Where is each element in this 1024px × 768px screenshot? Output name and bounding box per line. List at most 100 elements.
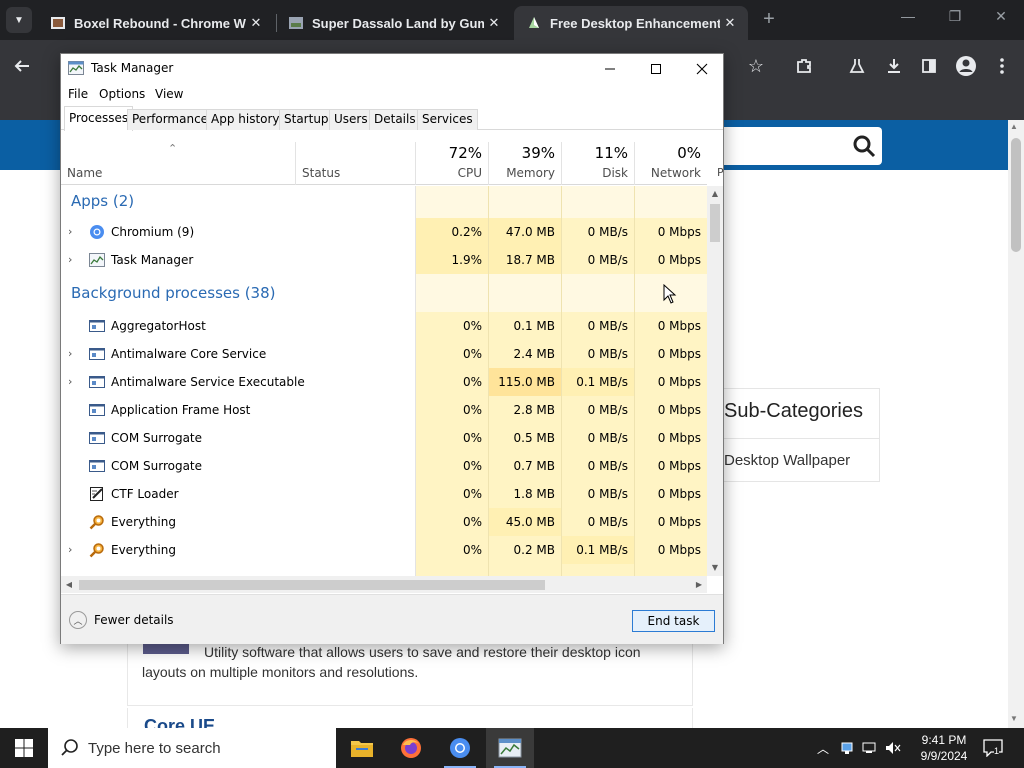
table-row[interactable]: Application Frame Host 0% 2.8 MB 0 MB/s … <box>61 396 707 424</box>
expand-chevron-icon[interactable]: › <box>68 218 72 246</box>
table-row[interactable]: › Antimalware Service Executable 0% 115.… <box>61 368 707 396</box>
vertical-scrollbar[interactable]: ▲ ▼ <box>707 186 723 576</box>
profile-avatar-icon[interactable] <box>952 52 980 80</box>
extensions-icon[interactable] <box>790 52 818 80</box>
scroll-thumb[interactable] <box>710 204 720 242</box>
disk-value: 0 MB/s <box>561 396 634 424</box>
table-row[interactable]: › Antimalware Core Service 0% 2.4 MB 0 M… <box>61 340 707 368</box>
scroll-thumb[interactable] <box>79 580 545 590</box>
column-separator <box>488 186 489 576</box>
task-manager-titlebar[interactable]: Task Manager <box>61 54 723 84</box>
file-explorer-button[interactable] <box>338 728 386 768</box>
cpu-value: 0% <box>415 340 488 368</box>
search-icon[interactable] <box>852 134 876 158</box>
firefox-button[interactable] <box>387 728 435 768</box>
page-scroll-down-icon[interactable]: ▼ <box>1010 714 1018 723</box>
browser-tab-1[interactable]: Boxel Rebound - Chrome Web ✕ <box>38 6 274 40</box>
disk-value: 0 MB/s <box>561 312 634 340</box>
minimize-icon[interactable] <box>587 54 633 84</box>
new-tab-button[interactable]: + <box>758 8 780 30</box>
expand-chevron-icon[interactable]: › <box>68 246 72 274</box>
browser-tab-2[interactable]: Super Dassalo Land by Gumpy ✕ <box>276 6 512 40</box>
tab-startup[interactable]: Startup <box>279 109 334 130</box>
windows-taskbar: Type here to search ︿ 9:41 PM 9/9/2024 1 <box>0 728 1024 768</box>
menu-options[interactable]: Options <box>99 87 145 101</box>
column-disk[interactable]: 11% Disk <box>561 142 634 185</box>
tab-details[interactable]: Details <box>369 109 421 130</box>
table-row[interactable]: AggregatorHost 0% 0.1 MB 0 MB/s 0 Mbps <box>61 312 707 340</box>
expand-chevron-icon[interactable]: › <box>68 340 72 368</box>
tab-close-icon[interactable]: ✕ <box>246 15 266 31</box>
chromium-taskbar-button[interactable] <box>436 728 484 768</box>
tab-close-icon[interactable]: ✕ <box>484 15 504 31</box>
tab-processes[interactable]: Processes <box>64 106 134 131</box>
show-hidden-icons-chevron-icon[interactable]: ︿ <box>814 728 832 768</box>
side-panel-icon[interactable] <box>915 52 943 80</box>
disk-total: 11% <box>594 144 628 162</box>
back-icon[interactable] <box>8 52 36 80</box>
chrome-menu-icon[interactable] <box>988 52 1016 80</box>
volume-muted-icon[interactable] <box>883 728 903 768</box>
table-row[interactable]: › Task Manager 1.9% 18.7 MB 0 MB/s 0 Mbp… <box>61 246 707 274</box>
scroll-right-icon[interactable]: ▶ <box>691 576 707 593</box>
column-cpu[interactable]: 72% CPU <box>415 142 488 185</box>
expand-chevron-icon[interactable]: › <box>68 368 72 396</box>
group-header-apps: Apps (2) <box>61 186 707 218</box>
column-network-label: Network <box>650 166 701 180</box>
labs-flask-icon[interactable] <box>843 52 871 80</box>
table-row[interactable]: CTF Loader 0% 1.8 MB 0 MB/s 0 Mbps <box>61 480 707 508</box>
scroll-up-icon[interactable]: ▲ <box>707 186 723 202</box>
chevron-up-circle-icon[interactable]: ︿ <box>69 611 87 629</box>
table-row[interactable]: › Chromium (9) 0.2% 47.0 MB 0 MB/s 0 Mbp… <box>61 218 707 246</box>
bookmark-star-icon[interactable]: ☆ <box>744 52 768 80</box>
close-window-icon[interactable]: ✕ <box>989 8 1013 25</box>
network-icon[interactable] <box>860 728 880 768</box>
system-clock[interactable]: 9:41 PM 9/9/2024 <box>906 732 982 764</box>
expand-chevron-icon[interactable]: › <box>68 536 72 564</box>
network-adapter-icon[interactable] <box>838 728 856 768</box>
heat-cell <box>488 186 561 218</box>
subcategory-link[interactable]: Desktop Wallpaper <box>724 452 850 469</box>
table-row[interactable]: Everything 0% 45.0 MB 0 MB/s 0 Mbps <box>61 508 707 536</box>
column-status[interactable]: Status <box>295 142 415 185</box>
browser-tab-3-active[interactable]: Free Desktop Enhancement So ✕ <box>514 6 748 40</box>
search-placeholder: Type here to search <box>88 740 221 757</box>
heat-cell <box>634 186 707 218</box>
tab-search-button[interactable]: ▼ <box>6 7 32 33</box>
table-row-partial[interactable] <box>61 564 707 576</box>
horizontal-scrollbar[interactable]: ◀ ▶ <box>61 576 707 593</box>
menu-view[interactable]: View <box>155 87 183 101</box>
scroll-left-icon[interactable]: ◀ <box>61 576 77 593</box>
restore-icon[interactable]: ❐ <box>943 8 967 25</box>
close-icon[interactable] <box>679 54 725 84</box>
table-row[interactable]: COM Surrogate 0% 0.7 MB 0 MB/s 0 Mbps <box>61 452 707 480</box>
start-button[interactable] <box>0 728 48 768</box>
taskbar-search-box[interactable]: Type here to search <box>48 728 336 768</box>
maximize-icon[interactable] <box>633 54 679 84</box>
downloads-icon[interactable] <box>880 52 908 80</box>
column-name[interactable]: ⌃ Name <box>61 142 295 185</box>
column-network[interactable]: 0% Network <box>634 142 707 185</box>
tab-services[interactable]: Services <box>417 109 478 130</box>
software-description: Utility software that allows users to sa… <box>142 642 682 682</box>
tab-app-history[interactable]: App history <box>206 109 285 130</box>
minimize-icon[interactable]: — <box>896 8 920 24</box>
tab-performance[interactable]: Performance <box>127 109 214 130</box>
page-scroll-thumb[interactable] <box>1011 138 1021 252</box>
tab-users[interactable]: Users <box>329 109 373 130</box>
subcategories-title: Sub-Categories <box>724 400 863 422</box>
tab-close-icon[interactable]: ✕ <box>720 15 740 31</box>
table-row[interactable]: COM Surrogate 0% 0.5 MB 0 MB/s 0 Mbps <box>61 424 707 452</box>
end-task-button[interactable]: End task <box>632 610 715 632</box>
scroll-down-icon[interactable]: ▼ <box>707 560 723 576</box>
menu-file[interactable]: File <box>68 87 88 101</box>
page-scroll-up-icon[interactable]: ▲ <box>1010 122 1018 131</box>
memory-value: 0.5 MB <box>488 424 561 452</box>
column-memory[interactable]: 39% Memory <box>488 142 561 185</box>
table-row[interactable]: › Everything 0% 0.2 MB 0.1 MB/s 0 Mbps <box>61 536 707 564</box>
fewer-details-link[interactable]: Fewer details <box>94 613 174 627</box>
notifications-button[interactable]: 1 <box>980 728 1006 768</box>
software-card-2-title[interactable]: Core UE <box>144 716 215 728</box>
task-manager-taskbar-button[interactable] <box>486 728 534 768</box>
column-power-partial[interactable]: P <box>717 166 724 179</box>
